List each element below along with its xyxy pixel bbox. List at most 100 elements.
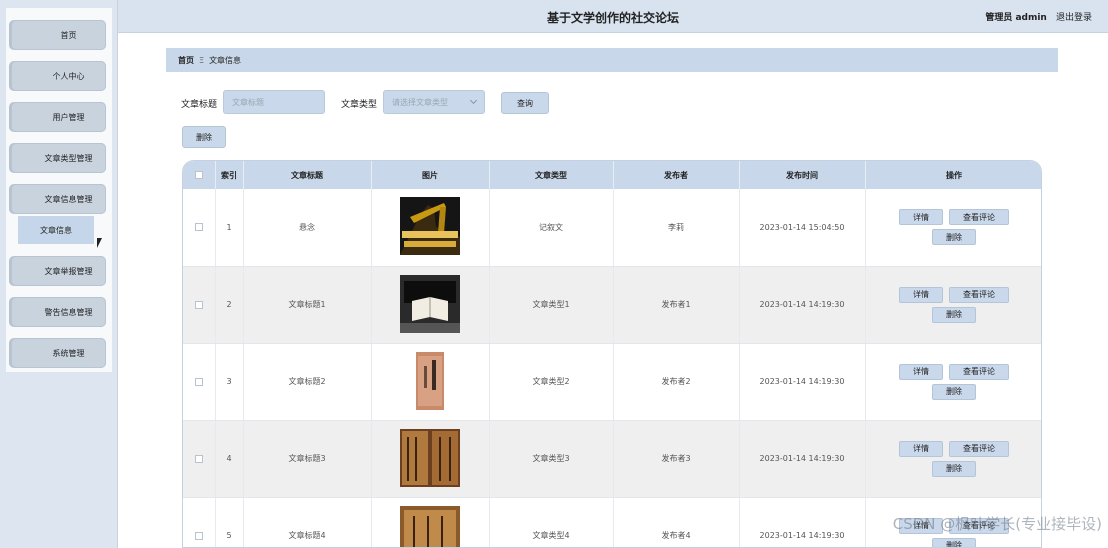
article-cover-image[interactable] [400, 274, 460, 333]
header-select-all[interactable] [183, 161, 216, 189]
detail-button[interactable]: 详情 [899, 440, 943, 457]
sidebar-item-label: 文章信息管理 [44, 194, 93, 204]
breadcrumb-current: 文章信息 [209, 55, 242, 65]
row-title: 文章标题3 [243, 420, 372, 498]
sidebar-item-system-management[interactable]: 系统管理 [11, 338, 106, 368]
detail-button[interactable]: 详情 [899, 209, 943, 226]
app-root: 首页 个人中心 用户管理 文章类型管理 文章信息管理 文章信息 文章举报管理 警… [0, 0, 1108, 548]
type-select-placeholder: 请选择文章类型 [392, 97, 448, 107]
sidebar-subitem-article-info[interactable]: 文章信息 [18, 216, 94, 244]
view-comments-button[interactable]: 查看评论 [949, 286, 1009, 303]
sidebar-item-warning-management[interactable]: 警告信息管理 [11, 297, 106, 327]
header-time: 发布时间 [739, 161, 866, 189]
query-button[interactable]: 查询 [501, 92, 549, 114]
row-index: 3 [215, 343, 244, 421]
row-select-cell [183, 343, 216, 421]
watermark-text: CSDN @枫叶学长(专业接毕设) [892, 515, 1102, 533]
delete-button[interactable]: 删除 [932, 383, 976, 400]
row-image-cell [371, 266, 490, 344]
breadcrumb-home[interactable]: 首页 [178, 55, 194, 66]
user-name: 管理员 admin [985, 13, 1047, 23]
type-search-label: 文章类型 [341, 100, 378, 110]
view-comments-button[interactable]: 查看评论 [949, 363, 1009, 380]
logout-link[interactable]: 退出登录 [1056, 13, 1092, 23]
chevron-down-icon [469, 96, 478, 105]
row-time: 2023-01-14 14:19:30 [739, 420, 866, 498]
view-comments-button[interactable]: 查看评论 [949, 440, 1009, 457]
detail-button[interactable]: 详情 [899, 363, 943, 380]
sidebar-item-label: 个人中心 [52, 71, 85, 81]
user-area: 管理员 admin 退出登录 [979, 10, 1092, 23]
row-checkbox[interactable] [194, 300, 203, 309]
table-row: 4 文章标题3 文章类型3 发布者3 2023-01-14 14:19:30 详… [183, 420, 1041, 498]
breadcrumb-separator-icon: Ξ [199, 55, 205, 65]
row-select-cell [183, 266, 216, 344]
sidebar-item-article-report-management[interactable]: 文章举报管理 [11, 256, 106, 286]
row-title: 文章标题1 [243, 266, 372, 344]
sidebar-item-user-management[interactable]: 用户管理 [11, 102, 106, 132]
sidebar-item-label: 警告信息管理 [44, 307, 93, 317]
article-cover-image[interactable] [400, 351, 460, 410]
row-title: 文章标题4 [243, 497, 372, 547]
table-header-row: 索引 文章标题 图片 文章类型 发布者 发布时间 操作 [183, 161, 1041, 189]
row-checkbox[interactable] [194, 223, 203, 232]
header-publisher: 发布者 [613, 161, 740, 189]
row-publisher: 发布者1 [613, 266, 740, 344]
sidebar-item-label: 首页 [60, 30, 77, 40]
row-actions: 详情 查看评论 删除 [865, 420, 1041, 498]
row-checkbox[interactable] [194, 531, 203, 540]
header-title: 文章标题 [243, 161, 372, 189]
article-cover-image[interactable] [400, 505, 460, 548]
type-select[interactable]: 请选择文章类型 [383, 90, 485, 114]
row-select-cell [183, 189, 216, 267]
table-row: 1 悬念 记叙文 李莉 2023-01-14 15:04:50 详情 查看评论 … [183, 189, 1041, 267]
row-actions: 详情 查看评论 删除 [865, 189, 1041, 267]
delete-button[interactable]: 删除 [932, 460, 976, 477]
row-type: 文章类型1 [489, 266, 614, 344]
table-row: 2 文章标题1 文章类型1 发布者1 2023-01-14 14:19:30 详… [183, 266, 1041, 344]
row-publisher: 发布者2 [613, 343, 740, 421]
table-row: 3 文章标题2 文章类型2 发布者2 2023-01-14 14:19:30 详… [183, 343, 1041, 421]
row-image-cell [371, 420, 490, 498]
row-image-cell [371, 189, 490, 267]
row-publisher: 李莉 [613, 189, 740, 267]
breadcrumb: 首页 Ξ 文章信息 [166, 48, 1058, 72]
row-actions: 详情 查看评论 删除 [865, 343, 1041, 421]
row-image-cell [371, 497, 490, 548]
sidebar-item-label: 系统管理 [52, 348, 85, 358]
sidebar-item-label: 文章类型管理 [44, 153, 93, 163]
sidebar-subitem-label: 文章信息 [40, 225, 72, 235]
row-actions: 详情 查看评论 删除 [865, 266, 1041, 344]
header-index: 索引 [215, 161, 244, 189]
view-comments-button[interactable]: 查看评论 [949, 209, 1009, 226]
row-type: 文章类型2 [489, 343, 614, 421]
delete-button[interactable]: 删除 [932, 306, 976, 323]
delete-button[interactable]: 删除 [932, 229, 976, 246]
article-cover-image[interactable] [400, 428, 460, 487]
header-type: 文章类型 [489, 161, 614, 189]
row-publisher: 发布者3 [613, 420, 740, 498]
sidebar-item-label: 文章举报管理 [44, 266, 93, 276]
row-index: 5 [215, 497, 244, 547]
row-time: 2023-01-14 15:04:50 [739, 189, 866, 267]
row-title: 文章标题2 [243, 343, 372, 421]
row-time: 2023-01-14 14:19:30 [739, 266, 866, 344]
article-cover-image[interactable] [400, 197, 460, 256]
delete-button[interactable]: 删除 [932, 537, 976, 547]
sidebar-item-article-info-management[interactable]: 文章信息管理 [11, 184, 106, 214]
detail-button[interactable]: 详情 [899, 286, 943, 303]
row-checkbox[interactable] [194, 377, 203, 386]
title-search-input[interactable]: 文章标题 [223, 90, 325, 114]
sidebar-item-home[interactable]: 首页 [11, 20, 106, 50]
row-select-cell [183, 497, 216, 547]
row-type: 文章类型3 [489, 420, 614, 498]
row-select-cell [183, 420, 216, 498]
batch-delete-button[interactable]: 删除 [182, 126, 226, 148]
row-checkbox[interactable] [194, 454, 203, 463]
row-index: 4 [215, 420, 244, 498]
sidebar-item-article-type-management[interactable]: 文章类型管理 [11, 143, 106, 173]
select-all-checkbox[interactable] [194, 171, 203, 179]
header-image: 图片 [371, 161, 490, 189]
sidebar-item-personal-center[interactable]: 个人中心 [11, 61, 106, 91]
row-type: 记叙文 [489, 189, 614, 267]
